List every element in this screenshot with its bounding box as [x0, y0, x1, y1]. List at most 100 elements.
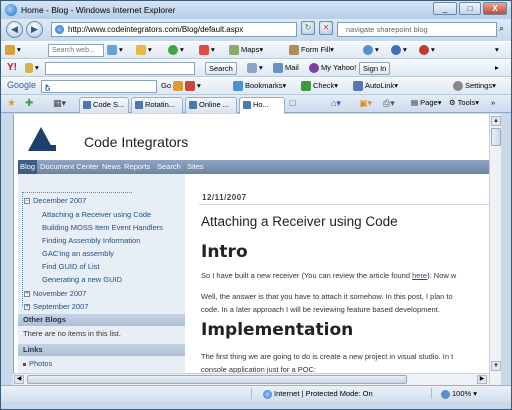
tree-post-3[interactable]: Finding Assembly Information — [42, 236, 140, 245]
autolink-button[interactable]: AutoLink▾ — [353, 81, 398, 92]
form-fill-button[interactable]: Form Fill▾ — [289, 45, 334, 56]
address-url: http://www.codeintegrators.com/Blog/defa… — [68, 25, 244, 34]
more-commands-icon[interactable]: » — [491, 98, 495, 107]
tree-november-2007[interactable]: + November 2007 — [24, 289, 86, 298]
tools-menu-button[interactable]: ⚙ Tools▾ — [449, 98, 479, 107]
help-icon[interactable]: ▾ — [391, 45, 407, 56]
expand-icon[interactable]: + — [24, 304, 30, 311]
google-tools-icon[interactable]: ▾ — [185, 81, 201, 92]
scroll-right-icon[interactable]: ▶ — [477, 375, 487, 384]
my-yahoo-button[interactable]: My Yahoo! — [309, 63, 356, 74]
google-search-input[interactable]: G ▾ — [41, 80, 157, 93]
here-link[interactable]: here — [412, 271, 427, 280]
web-search-input[interactable]: Search web... — [48, 44, 104, 57]
feeds-icon[interactable]: ▣▾ — [359, 98, 372, 109]
google-toolbar: Google G ▾ Go ▾ Bookmarks▾ Check▾ AutoLin… — [1, 77, 511, 95]
favorite-icon[interactable]: ▾ — [199, 45, 215, 56]
tree-december-2007[interactable]: − December 2007 — [24, 196, 86, 205]
tab-label: Ho... — [253, 100, 269, 109]
favorites-star-icon[interactable]: ★ — [7, 98, 16, 109]
yahoo-options-icon[interactable]: ▸ — [495, 63, 499, 72]
tab-label: Online ... — [199, 100, 230, 109]
nav-search[interactable]: Search — [155, 160, 183, 174]
minimize-button[interactable]: _ — [433, 2, 457, 15]
paragraph-3: code. In a later approach I will be revi… — [201, 305, 440, 314]
tab-rotating[interactable]: Rotatin... — [131, 97, 183, 113]
refresh-button[interactable]: ↻ — [301, 21, 315, 35]
add-favorites-icon[interactable]: ✚ — [25, 98, 33, 109]
bookmarks-button[interactable]: Bookmarks▾ — [233, 81, 286, 92]
bullet-icon — [23, 362, 26, 366]
pencil-icon[interactable]: ▾ — [25, 63, 39, 74]
status-bar: Internet | Protected Mode: On 100% ▾ — [1, 385, 511, 401]
home-icon[interactable]: ⌂▾ — [331, 98, 341, 109]
link-photos[interactable]: Photos — [23, 359, 52, 368]
scroll-thumb[interactable] — [491, 128, 501, 146]
yahoo-logo[interactable]: Y! — [7, 62, 17, 73]
address-input[interactable]: http://www.codeintegrators.com/Blog/defa… — [51, 22, 297, 37]
post-title[interactable]: Attaching a Receiver using Code — [201, 214, 398, 229]
site-nav: Blog Document Center News Reports Search… — [18, 160, 501, 174]
paragraph-2: Well, the answer is that you have to att… — [201, 292, 453, 301]
paragraph-4: The first thing we are going to do is cr… — [201, 352, 454, 361]
forward-button[interactable]: ▶ — [26, 21, 43, 38]
toolbar-options-icon[interactable]: ▾ — [495, 45, 499, 54]
info-icon[interactable]: ▾ — [363, 45, 379, 56]
settings-button[interactable]: Settings▾ — [453, 81, 496, 92]
page-content: Code Integrators Blog Document Center Ne… — [13, 114, 501, 385]
tree-post-2[interactable]: Building MOSS Item Event Handlers — [42, 223, 163, 232]
page-menu-button[interactable]: ▤ Page▾ — [411, 98, 441, 107]
quick-tabs-icon[interactable]: ▦▾ — [53, 98, 66, 109]
stop-button[interactable]: ✕ — [319, 21, 333, 35]
nav-document-center[interactable]: Document Center — [38, 160, 101, 174]
site-logo — [28, 127, 56, 153]
toolbar-pin-icon: ▾ — [5, 45, 21, 56]
yahoo-search-button[interactable]: Search — [205, 62, 237, 75]
vertical-scrollbar[interactable]: ▲ ▼ — [489, 114, 501, 385]
yahoo-toolbar: Y! ▾ Search ▾ Mail My Yahoo! Sign In ▸ — [1, 59, 511, 77]
page-options-icon[interactable]: ▾ — [247, 63, 263, 74]
nav-sites[interactable]: Sites — [185, 160, 206, 174]
highlight-icon[interactable]: ▾ — [136, 45, 152, 56]
live-search-input[interactable]: navigate sharepoint blog — [337, 22, 497, 37]
block-icon[interactable]: ▾ — [419, 45, 435, 56]
google-go-button[interactable]: Go — [161, 81, 185, 92]
expand-icon[interactable]: + — [24, 291, 30, 298]
search-icon[interactable]: ⌕ — [499, 23, 504, 34]
back-button[interactable]: ◀ — [6, 21, 23, 38]
check-button[interactable]: Check▾ — [301, 81, 338, 92]
links-header: Links — [18, 344, 185, 356]
horizontal-scrollbar[interactable]: ◀ ▶ — [13, 373, 489, 385]
yahoo-search-input[interactable] — [45, 62, 195, 75]
nav-blog[interactable]: Blog — [18, 160, 38, 174]
add-icon[interactable]: ▾ — [168, 45, 184, 56]
other-blogs-empty-text: There are no items in this list. — [23, 329, 121, 338]
maps-button[interactable]: Maps▾ — [229, 45, 263, 56]
tab-online[interactable]: Online ... — [185, 97, 237, 113]
print-icon[interactable]: ⎙▾ — [383, 98, 395, 109]
scroll-down-icon[interactable]: ▼ — [491, 361, 501, 371]
tree-post-4[interactable]: GAC'ing an assembly — [42, 249, 114, 258]
tree-post-5[interactable]: Find GUID of List — [42, 262, 100, 271]
scroll-up-icon[interactable]: ▲ — [491, 116, 501, 126]
nav-reports[interactable]: Reports — [122, 160, 152, 174]
hscroll-thumb[interactable] — [27, 375, 407, 384]
zoom-button[interactable]: 100% ▾ — [441, 386, 477, 401]
tree-post-1[interactable]: Attaching a Receiver using Code — [42, 210, 151, 219]
new-tab-icon[interactable]: ▢ — [289, 98, 297, 107]
tab-home[interactable]: Ho... — [239, 97, 285, 114]
heading-intro: Intro — [201, 242, 248, 262]
nav-news[interactable]: News — [100, 160, 123, 174]
tab-code-s[interactable]: Code S... — [79, 97, 129, 113]
close-button[interactable]: X — [483, 2, 507, 15]
search-go-icon[interactable]: ▾ — [107, 45, 123, 56]
maximize-button[interactable]: □ — [459, 2, 481, 15]
collapse-icon[interactable]: − — [24, 198, 30, 205]
security-zone[interactable]: Internet | Protected Mode: On — [263, 386, 373, 401]
window-title: Home - Blog - Windows Internet Explorer — [21, 5, 176, 15]
tree-post-6[interactable]: Generating a new GUID — [42, 275, 122, 284]
sign-in-button[interactable]: Sign In — [359, 62, 391, 75]
mail-button[interactable]: Mail — [273, 63, 299, 74]
scroll-left-icon[interactable]: ◀ — [14, 375, 24, 384]
tree-september-2007[interactable]: + September 2007 — [24, 302, 88, 311]
